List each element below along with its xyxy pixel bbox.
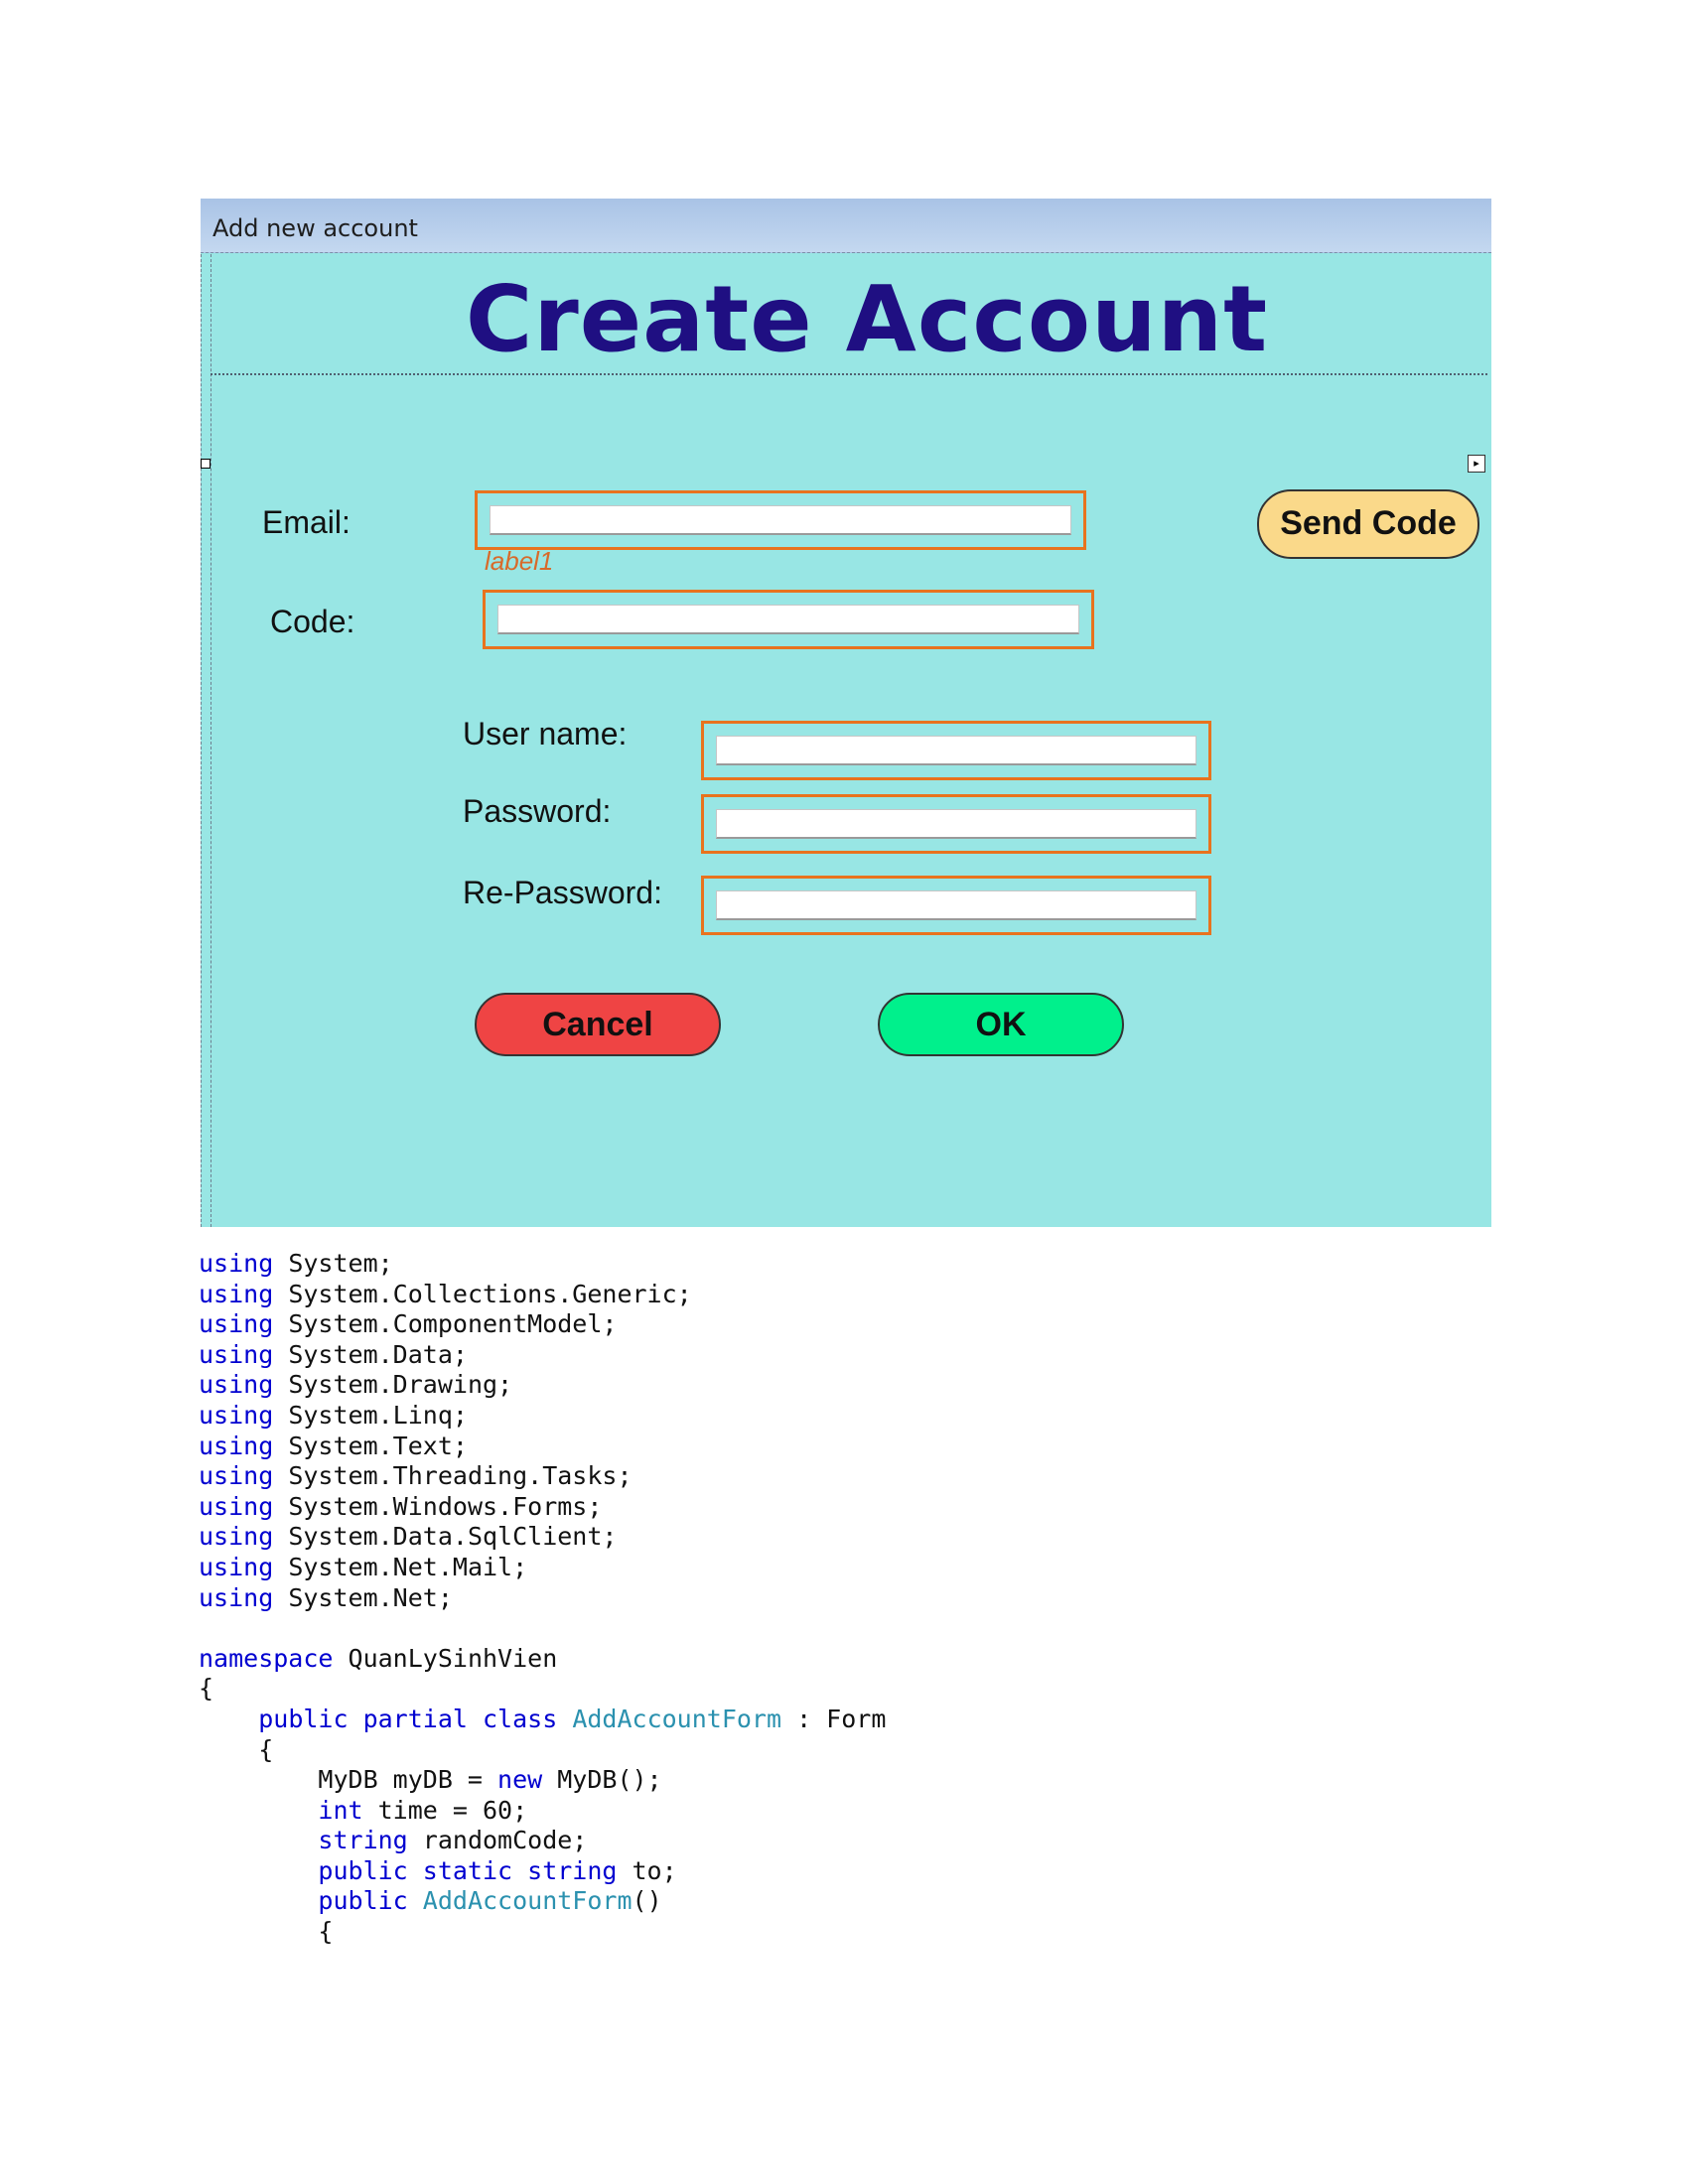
- username-field-frame: [701, 721, 1211, 780]
- email-label: Email:: [262, 504, 351, 540]
- code-line: MyDB myDB = new MyDB();: [318, 1765, 662, 1795]
- code-line: using System.Windows.Forms;: [199, 1491, 603, 1521]
- form-designer-window: Add new account Create Account ▸ Email: …: [201, 199, 1491, 1227]
- code-line: using System.Net.Mail;: [199, 1552, 528, 1581]
- ok-button[interactable]: OK: [878, 993, 1124, 1056]
- source-code-block: using System; using System.Collections.Ge…: [199, 1249, 1489, 1948]
- repassword-field[interactable]: [716, 890, 1196, 920]
- window-title: Add new account: [212, 214, 418, 242]
- code-line: using System.Drawing;: [199, 1370, 513, 1400]
- code-line: using System.Net;: [199, 1582, 453, 1612]
- code-line: using System.Data;: [199, 1339, 468, 1369]
- email-field-frame: [475, 490, 1086, 550]
- repassword-label: Re-Password:: [463, 875, 662, 910]
- username-label: User name:: [463, 716, 628, 751]
- code-line: public AddAccountForm(): [318, 1886, 662, 1916]
- code-line: {: [318, 1917, 334, 1947]
- code-field[interactable]: [497, 605, 1079, 634]
- repassword-field-frame: [701, 876, 1211, 935]
- code-line: public partial class AddAccountForm : Fo…: [258, 1704, 887, 1733]
- code-line: using System.Text;: [199, 1431, 468, 1460]
- code-line: {: [199, 1674, 214, 1704]
- password-label: Password:: [463, 793, 612, 829]
- email-field[interactable]: [490, 505, 1071, 535]
- code-field-frame: [483, 590, 1094, 649]
- designer-guide-line: [201, 254, 202, 1227]
- code-line: using System.Linq;: [199, 1400, 468, 1430]
- code-line: using System.ComponentModel;: [199, 1309, 618, 1339]
- password-field[interactable]: [716, 809, 1196, 839]
- header-panel: Create Account: [211, 254, 1487, 375]
- status-label: label1: [485, 546, 554, 576]
- page-title: Create Account: [465, 266, 1269, 372]
- code-line: string randomCode;: [318, 1826, 588, 1855]
- code-line: using System;: [199, 1249, 393, 1278]
- code-line: public static string to;: [318, 1855, 677, 1885]
- password-field-frame: [701, 794, 1211, 854]
- send-code-button[interactable]: Send Code: [1257, 489, 1479, 559]
- code-line: using System.Threading.Tasks;: [199, 1461, 633, 1491]
- smart-tag-arrow-icon[interactable]: ▸: [1468, 455, 1485, 473]
- code-line: using System.Data.SqlClient;: [199, 1522, 618, 1552]
- cancel-button[interactable]: Cancel: [475, 993, 721, 1056]
- code-line: using System.Collections.Generic;: [199, 1279, 692, 1308]
- code-line: namespace QuanLySinhVien: [199, 1643, 558, 1673]
- username-field[interactable]: [716, 736, 1196, 765]
- window-title-bar[interactable]: Add new account: [201, 199, 1491, 253]
- code-label: Code:: [270, 604, 355, 639]
- code-line: {: [258, 1734, 274, 1764]
- code-line: int time = 60;: [318, 1795, 528, 1825]
- resize-handle[interactable]: [201, 459, 211, 469]
